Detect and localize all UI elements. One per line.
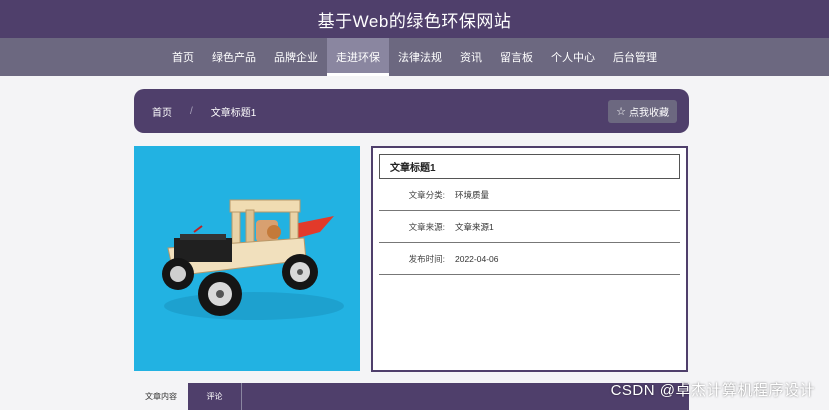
nav-item-laws[interactable]: 法律法规	[389, 38, 451, 76]
article-title: 文章标题1	[379, 154, 680, 179]
article-category-value: 环境质量	[455, 189, 490, 200]
nav-item-home[interactable]: 首页	[163, 38, 203, 76]
favorite-button-label: 点我收藏	[629, 107, 669, 119]
nav-item-brand-companies[interactable]: 品牌企业	[265, 38, 327, 76]
article-date-label: 发布时间:	[408, 253, 445, 264]
article-info-card: 文章标题1 文章分类: 环境质量 文章来源: 文章来源1 发布时间: 2022-…	[371, 146, 688, 372]
article-source-value: 文章来源1	[455, 221, 494, 232]
tab-article-content[interactable]: 文章内容	[134, 383, 188, 410]
article-date-value: 2022-04-06	[455, 253, 499, 264]
breadcrumb-home[interactable]: 首页	[152, 104, 172, 119]
article-category-row: 文章分类: 环境质量	[379, 179, 680, 211]
nav-item-environmental[interactable]: 走进环保	[327, 38, 389, 76]
breadcrumb-current: 文章标题1	[210, 107, 257, 119]
tab-comments[interactable]: 评论	[188, 383, 242, 410]
breadcrumb: 首页 / 文章标题1 ☆ 点我收藏	[134, 89, 689, 133]
favorite-button[interactable]: ☆ 点我收藏	[608, 99, 677, 123]
nav-item-user-center[interactable]: 个人中心	[542, 38, 604, 76]
watermark: CSDN @卓杰计算机程序设计	[610, 382, 815, 399]
article-date-row: 发布时间: 2022-04-06	[379, 243, 680, 275]
site-header: 基于Web的绿色环保网站	[0, 0, 829, 38]
nav-item-news[interactable]: 资讯	[451, 38, 491, 76]
nav-item-message-board[interactable]: 留言板	[491, 38, 542, 76]
nav-item-green-products[interactable]: 绿色产品	[203, 38, 265, 76]
star-icon: ☆	[616, 105, 626, 118]
article-tabs: 文章内容 评论	[134, 383, 689, 410]
breadcrumb-separator: /	[190, 105, 193, 117]
article-source-row: 文章来源: 文章来源1	[379, 211, 680, 243]
toy-car-illustration	[134, 146, 360, 371]
article-image	[134, 146, 360, 371]
site-title: 基于Web的绿色环保网站	[317, 11, 512, 31]
main-nav: 首页 绿色产品 品牌企业 走进环保 法律法规 资讯 留言板 个人中心 后台管理	[0, 38, 829, 76]
nav-item-admin[interactable]: 后台管理	[604, 38, 666, 76]
article-category-label: 文章分类:	[408, 189, 445, 200]
article-source-label: 文章来源:	[408, 221, 445, 232]
